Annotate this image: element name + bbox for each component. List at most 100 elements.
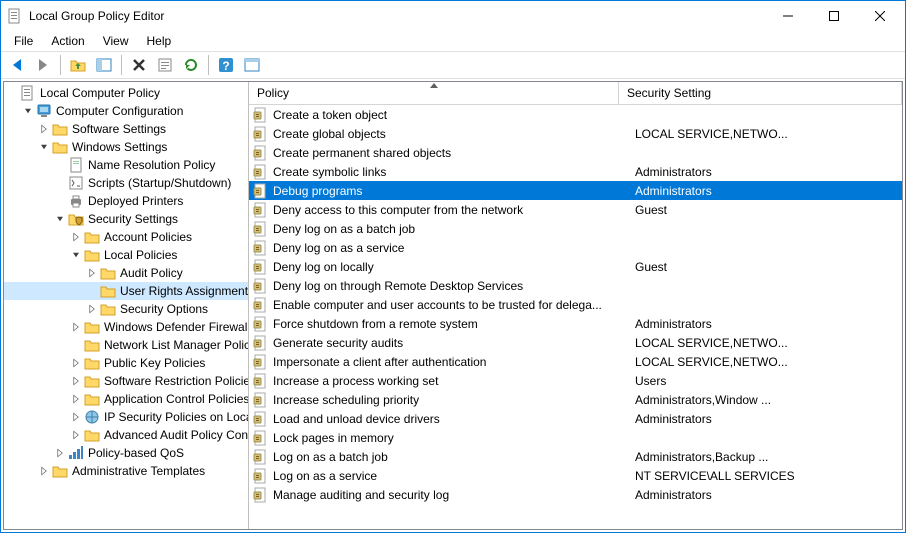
tree-item[interactable]: Security Options xyxy=(4,300,248,318)
folder-icon xyxy=(84,355,100,371)
tree-item-label: Security Options xyxy=(120,302,208,316)
tree-item[interactable]: IP Security Policies on Local Computer xyxy=(4,408,248,426)
policy-row[interactable]: Create permanent shared objects xyxy=(249,143,902,162)
policy-row[interactable]: Deny access to this computer from the ne… xyxy=(249,200,902,219)
tree-item-label: IP Security Policies on Local Computer xyxy=(104,410,249,424)
tree-item[interactable]: Software Restriction Policies xyxy=(4,372,248,390)
tree-item[interactable]: Advanced Audit Policy Configuration xyxy=(4,426,248,444)
tree-item[interactable]: Public Key Policies xyxy=(4,354,248,372)
tree-item-label: Scripts (Startup/Shutdown) xyxy=(88,176,231,190)
expand-icon[interactable] xyxy=(36,121,52,137)
forward-button[interactable] xyxy=(31,54,55,76)
navigation-tree[interactable]: Local Computer PolicyComputer Configurat… xyxy=(4,82,249,529)
collapse-icon[interactable] xyxy=(20,103,36,119)
collapse-icon[interactable] xyxy=(68,247,84,263)
expand-icon[interactable] xyxy=(68,355,84,371)
tree-item[interactable]: Name Resolution Policy xyxy=(4,156,248,174)
tree-item[interactable]: Network List Manager Policies xyxy=(4,336,248,354)
expand-icon[interactable] xyxy=(68,391,84,407)
policy-item-icon xyxy=(253,145,269,161)
up-button[interactable] xyxy=(66,54,90,76)
policy-name: Deny access to this computer from the ne… xyxy=(273,203,635,217)
back-button[interactable] xyxy=(5,54,29,76)
qos-icon xyxy=(68,445,84,461)
help-button[interactable] xyxy=(214,54,238,76)
policy-row[interactable]: Enable computer and user accounts to be … xyxy=(249,295,902,314)
refresh-button[interactable] xyxy=(179,54,203,76)
policy-row[interactable]: Deny log on as a batch job xyxy=(249,219,902,238)
properties-button[interactable] xyxy=(153,54,177,76)
policy-row[interactable]: Impersonate a client after authenticatio… xyxy=(249,352,902,371)
twisty-spacer xyxy=(4,85,20,101)
expand-icon[interactable] xyxy=(68,319,84,335)
action-pane-button[interactable] xyxy=(240,54,264,76)
tree-item[interactable]: Security Settings xyxy=(4,210,248,228)
policy-list[interactable]: Create a token objectCreate global objec… xyxy=(249,105,902,529)
expand-icon[interactable] xyxy=(84,301,100,317)
tree-item[interactable]: User Rights Assignment xyxy=(4,282,248,300)
expand-icon[interactable] xyxy=(68,373,84,389)
tree-item-label: Public Key Policies xyxy=(104,356,205,370)
policy-row[interactable]: Deny log on locallyGuest xyxy=(249,257,902,276)
policy-row[interactable]: Generate security auditsLOCAL SERVICE,NE… xyxy=(249,333,902,352)
tree-item-label: Policy-based QoS xyxy=(88,446,184,460)
menu-action[interactable]: Action xyxy=(42,32,93,50)
policy-item-icon xyxy=(253,107,269,123)
policy-row[interactable]: Increase scheduling priorityAdministrato… xyxy=(249,390,902,409)
menu-file[interactable]: File xyxy=(5,32,42,50)
policy-row[interactable]: Deny log on through Remote Desktop Servi… xyxy=(249,276,902,295)
twisty-spacer xyxy=(84,283,100,299)
policy-name: Deny log on through Remote Desktop Servi… xyxy=(273,279,635,293)
policy-row[interactable]: Create global objectsLOCAL SERVICE,NETWO… xyxy=(249,124,902,143)
show-pane-button[interactable] xyxy=(92,54,116,76)
folder-icon xyxy=(52,463,68,479)
policy-row[interactable]: Log on as a batch jobAdministrators,Back… xyxy=(249,447,902,466)
policy-setting: Guest xyxy=(635,260,902,274)
policy-row[interactable]: Load and unload device driversAdministra… xyxy=(249,409,902,428)
expand-icon[interactable] xyxy=(52,445,68,461)
tree-item[interactable]: Computer Configuration xyxy=(4,102,248,120)
minimize-button[interactable] xyxy=(765,1,811,31)
tree-item[interactable]: Deployed Printers xyxy=(4,192,248,210)
column-header-setting[interactable]: Security Setting xyxy=(619,82,902,104)
toolbar-separator xyxy=(208,55,209,75)
policy-row[interactable]: Debug programsAdministrators xyxy=(249,181,902,200)
collapse-icon[interactable] xyxy=(36,139,52,155)
tree-item[interactable]: Local Computer Policy xyxy=(4,84,248,102)
policy-row[interactable]: Log on as a serviceNT SERVICE\ALL SERVIC… xyxy=(249,466,902,485)
expand-icon[interactable] xyxy=(68,409,84,425)
expand-icon[interactable] xyxy=(68,229,84,245)
tree-item[interactable]: Windows Settings xyxy=(4,138,248,156)
expand-icon[interactable] xyxy=(68,427,84,443)
tree-item[interactable]: Audit Policy xyxy=(4,264,248,282)
tree-item[interactable]: Software Settings xyxy=(4,120,248,138)
tree-item[interactable]: Administrative Templates xyxy=(4,462,248,480)
tree-item[interactable]: Policy-based QoS xyxy=(4,444,248,462)
column-header-policy[interactable]: Policy xyxy=(249,82,619,104)
tree-item[interactable]: Account Policies xyxy=(4,228,248,246)
close-button[interactable] xyxy=(857,1,903,31)
folder-icon xyxy=(52,139,68,155)
policy-row[interactable]: Lock pages in memory xyxy=(249,428,902,447)
delete-button[interactable] xyxy=(127,54,151,76)
toolbar-separator xyxy=(60,55,61,75)
policy-row[interactable]: Increase a process working setUsers xyxy=(249,371,902,390)
policy-row[interactable]: Manage auditing and security logAdminist… xyxy=(249,485,902,504)
tree-item[interactable]: Scripts (Startup/Shutdown) xyxy=(4,174,248,192)
policy-row[interactable]: Deny log on as a service xyxy=(249,238,902,257)
expand-icon[interactable] xyxy=(36,463,52,479)
menu-help[interactable]: Help xyxy=(138,32,181,50)
policy-row[interactable]: Create symbolic linksAdministrators xyxy=(249,162,902,181)
expand-icon[interactable] xyxy=(84,265,100,281)
collapse-icon[interactable] xyxy=(52,211,68,227)
tree-item[interactable]: Application Control Policies xyxy=(4,390,248,408)
folder-icon xyxy=(84,319,100,335)
policy-icon xyxy=(20,85,36,101)
policy-row[interactable]: Create a token object xyxy=(249,105,902,124)
tree-item[interactable]: Windows Defender Firewall with Advanced … xyxy=(4,318,248,336)
maximize-button[interactable] xyxy=(811,1,857,31)
menu-view[interactable]: View xyxy=(94,32,138,50)
tree-item[interactable]: Local Policies xyxy=(4,246,248,264)
policy-row[interactable]: Force shutdown from a remote systemAdmin… xyxy=(249,314,902,333)
policy-item-icon xyxy=(253,297,269,313)
